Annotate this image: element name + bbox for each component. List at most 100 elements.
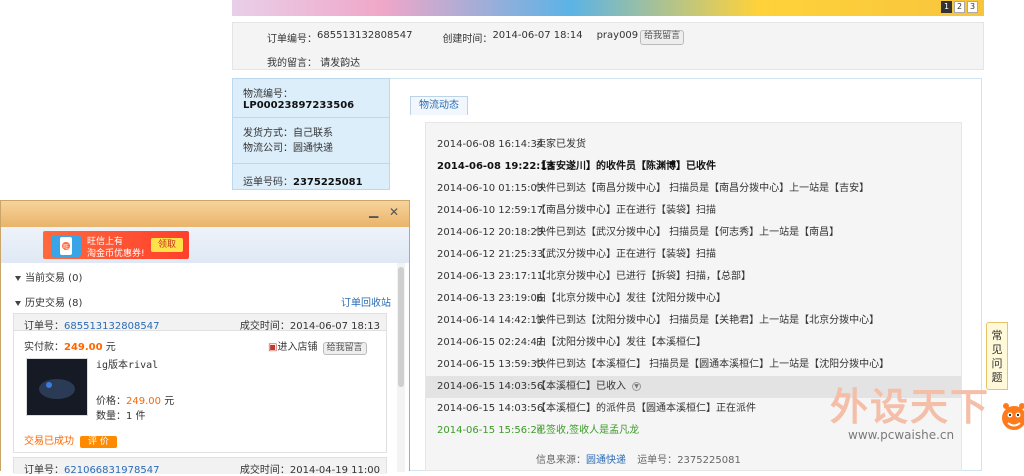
tracking-desc: 快件已到达【武汉分拨中心】 扫描员是【何志秀】上一站是【南昌】	[536, 227, 840, 238]
leave-message-button[interactable]: 给我留言	[640, 30, 685, 45]
tracking-time: 2014-06-15 13:59:30	[437, 359, 544, 370]
promo-banner[interactable]: 1 2 3	[232, 0, 984, 16]
group-history-trades[interactable]: 历史交易 (8)	[15, 294, 82, 309]
tracking-desc: 由【沈阳分拨中心】发往【本溪桓仁】	[536, 337, 706, 348]
divider	[233, 117, 389, 118]
phone-icon-text: 旺	[63, 244, 69, 251]
ad-bar: 旺 旺信上有 淘金币优惠券! 领取	[1, 227, 409, 281]
order-card-header: 订单号：621066831978547 成交时间：2014-04-19 11:0…	[14, 458, 386, 476]
buyer-name: pray009	[596, 30, 639, 41]
tracking-row: 2014-06-10 12:59:17 【南昌分拨中心】正在进行【装袋】扫描	[426, 200, 961, 222]
tracking-time: 2014-06-10 12:59:17	[437, 205, 544, 216]
tracking-row: 2014-06-08 19:22:13 【吉安遂川】的收件员【陈渊博】已收件	[426, 156, 961, 178]
source-label: 信息来源：	[536, 455, 586, 466]
tracking-row: 2014-06-15 02:24:47 由【沈阳分拨中心】发往【本溪桓仁】	[426, 332, 961, 354]
banner-page-1[interactable]: 1	[941, 1, 952, 13]
product-price: 价格：249.00 元	[96, 392, 174, 407]
note-label: 我的留言：	[267, 58, 317, 69]
banner-pager: 1 2 3	[941, 1, 978, 13]
order-time: 成交时间：2014-06-07 18:13	[240, 317, 380, 332]
watermark-text: 外设天下	[830, 385, 991, 429]
tracking-time: 2014-06-13 23:19:06	[437, 293, 544, 304]
rate-button[interactable]: 评 价	[80, 436, 117, 448]
logistics-summary: 物流编号： LP00023897233506 发货方式：自己联系 物流公司：圆通…	[232, 78, 390, 190]
paid-amount: 实付款：249.00 元	[24, 338, 116, 353]
logistics-company: 物流公司：圆通快递	[243, 143, 333, 154]
leave-message-button[interactable]: 给我留言	[322, 342, 367, 355]
tracking-time: 2014-06-15 02:24:47	[437, 337, 544, 348]
collapse-arrow-icon	[15, 300, 21, 306]
banner-page-3[interactable]: 3	[967, 1, 978, 13]
order-no-label: 订单编号：	[267, 34, 317, 45]
source-link[interactable]: 圆通快递	[586, 455, 626, 466]
tracking-row: 2014-06-08 16:14:34 卖家已发货	[426, 134, 961, 156]
ad-line2: 淘金币优惠券!	[87, 249, 145, 259]
product-name[interactable]: ig版本rival	[96, 356, 158, 371]
tracking-time: 2014-06-12 21:25:33	[437, 249, 544, 260]
order-time: 成交时间：2014-04-19 11:00	[240, 461, 380, 476]
card-actions: ▣进入店铺 给我留言	[268, 338, 367, 355]
price-label: 价格：	[96, 396, 126, 407]
tracking-row: 2014-06-13 23:17:11 【北京分拨中心】已进行【拆袋】扫描，【总部…	[426, 266, 961, 288]
tracking-time: 2014-06-15 15:56:24	[437, 425, 544, 436]
order-no-link[interactable]: 685513132808547	[64, 321, 159, 332]
tracking-time: 2014-06-13 23:17:11	[437, 271, 544, 282]
group-label: 当前交易 (0)	[25, 273, 83, 284]
watermark: 外设天下 www.pcwaishe.cn	[830, 376, 1024, 471]
paid-value: 249.00	[64, 342, 103, 353]
tracking-row: 2014-06-15 13:59:30 快件已到达【本溪桓仁】 扫描员是【圆通本溪…	[426, 354, 961, 376]
note-value: 请发韵达	[320, 58, 361, 69]
waybill-label: 运单号：	[637, 455, 678, 466]
order-no-value: 685513132808547	[317, 30, 413, 41]
faq-float-button[interactable]: 常见问题	[986, 322, 1008, 390]
tracking-desc: 快件已到达【沈阳分拨中心】 扫描员是【关艳君】上一站是【北京分拨中心】	[536, 315, 880, 326]
ship-method: 发货方式：自己联系	[243, 128, 333, 139]
minimize-icon[interactable]: ▁	[369, 204, 378, 218]
price-value: 249.00	[126, 396, 161, 407]
tracking-row: 2014-06-12 21:25:33 【武汉分拨中心】正在进行【装袋】扫描	[426, 244, 961, 266]
order-card-header: 订单号：685513132808547 成交时间：2014-06-07 18:1…	[14, 314, 386, 332]
phone-icon: 旺	[51, 235, 81, 257]
logistics-no-label: 物流编号：	[243, 89, 293, 100]
tracking-row: 2014-06-14 14:42:11 快件已到达【沈阳分拨中心】 扫描员是【关艳…	[426, 310, 961, 332]
tracking-desc: 【本溪桓仁】的派件员【圆通本溪桓仁】正在派件	[536, 403, 756, 414]
order-info-strip: 订单编号： 685513132808547 创建时间： 2014-06-07 1…	[232, 22, 984, 70]
close-icon[interactable]: ✕	[389, 205, 399, 219]
tracking-time: 2014-06-12 20:18:23	[437, 227, 544, 238]
expand-down-icon[interactable]: ▼	[632, 381, 641, 391]
banner-page-2[interactable]: 2	[954, 1, 965, 13]
order-recycle-link[interactable]: 订单回收站	[341, 294, 391, 309]
order-no: 订单号：621066831978547	[24, 461, 159, 476]
tab-logistics-dynamics[interactable]: 物流动态	[410, 96, 468, 115]
info-source: 信息来源：圆通快递 运单号：2375225081	[536, 451, 741, 466]
scrollbar-thumb[interactable]	[398, 267, 404, 387]
waybill-label: 运单号码：	[243, 177, 293, 188]
paid-unit: 元	[105, 342, 116, 353]
order-time-label: 成交时间：	[239, 321, 290, 332]
tracking-desc: 快件已到达【本溪桓仁】 扫描员是【圆通本溪桓仁】上一站是【沈阳分拨中心】	[536, 359, 890, 370]
tracking-row: 2014-06-10 01:15:03 快件已到达【南昌分拨中心】 扫描员是【南昌…	[426, 178, 961, 200]
tracking-desc: 【南昌分拨中心】正在进行【装袋】扫描	[536, 205, 716, 216]
tracking-desc-wrap: 【本溪桓仁】已收入 ▼	[536, 376, 641, 398]
window-title-bar[interactable]: ▁ ✕	[1, 201, 409, 227]
claim-button[interactable]: 领取	[151, 238, 183, 252]
tracking-desc: 已签收,签收人是孟凡龙	[536, 425, 640, 436]
order-no-label: 订单号：	[24, 321, 64, 332]
tracking-desc: 由【北京分拨中心】发往【沈阳分拨中心】	[536, 293, 726, 304]
order-card: 订单号：685513132808547 成交时间：2014-06-07 18:1…	[13, 313, 387, 453]
created-label: 创建时间：	[442, 34, 493, 45]
tracking-time: 2014-06-10 01:15:03	[437, 183, 544, 194]
watermark-url: www.pcwaishe.cn	[848, 428, 955, 442]
tracking-row: 2014-06-12 20:18:23 快件已到达【武汉分拨中心】 扫描员是【何志…	[426, 222, 961, 244]
product-thumbnail[interactable]	[26, 358, 88, 416]
enter-shop-link[interactable]: 进入店铺	[277, 342, 317, 353]
tracking-desc: 快件已到达【南昌分拨中心】 扫描员是【南昌分拨中心】上一站是【吉安】	[536, 183, 870, 194]
scrollbar[interactable]	[397, 263, 405, 472]
qty-value: 1 件	[126, 411, 146, 422]
coupon-ad[interactable]: 旺 旺信上有 淘金币优惠券! 领取	[43, 231, 189, 259]
wangwang-window: ▁ ✕ 旺 旺信上有 淘金币优惠券! 领取 当前交易 (0) 历史交易 (8) …	[0, 200, 410, 476]
group-current-trades[interactable]: 当前交易 (0)	[15, 269, 82, 284]
tracking-desc: 【吉安遂川】的收件员【陈渊博】已收件	[536, 161, 716, 172]
created-value: 2014-06-07 18:14	[492, 30, 583, 41]
waybill-value: 2375225081	[293, 177, 363, 188]
